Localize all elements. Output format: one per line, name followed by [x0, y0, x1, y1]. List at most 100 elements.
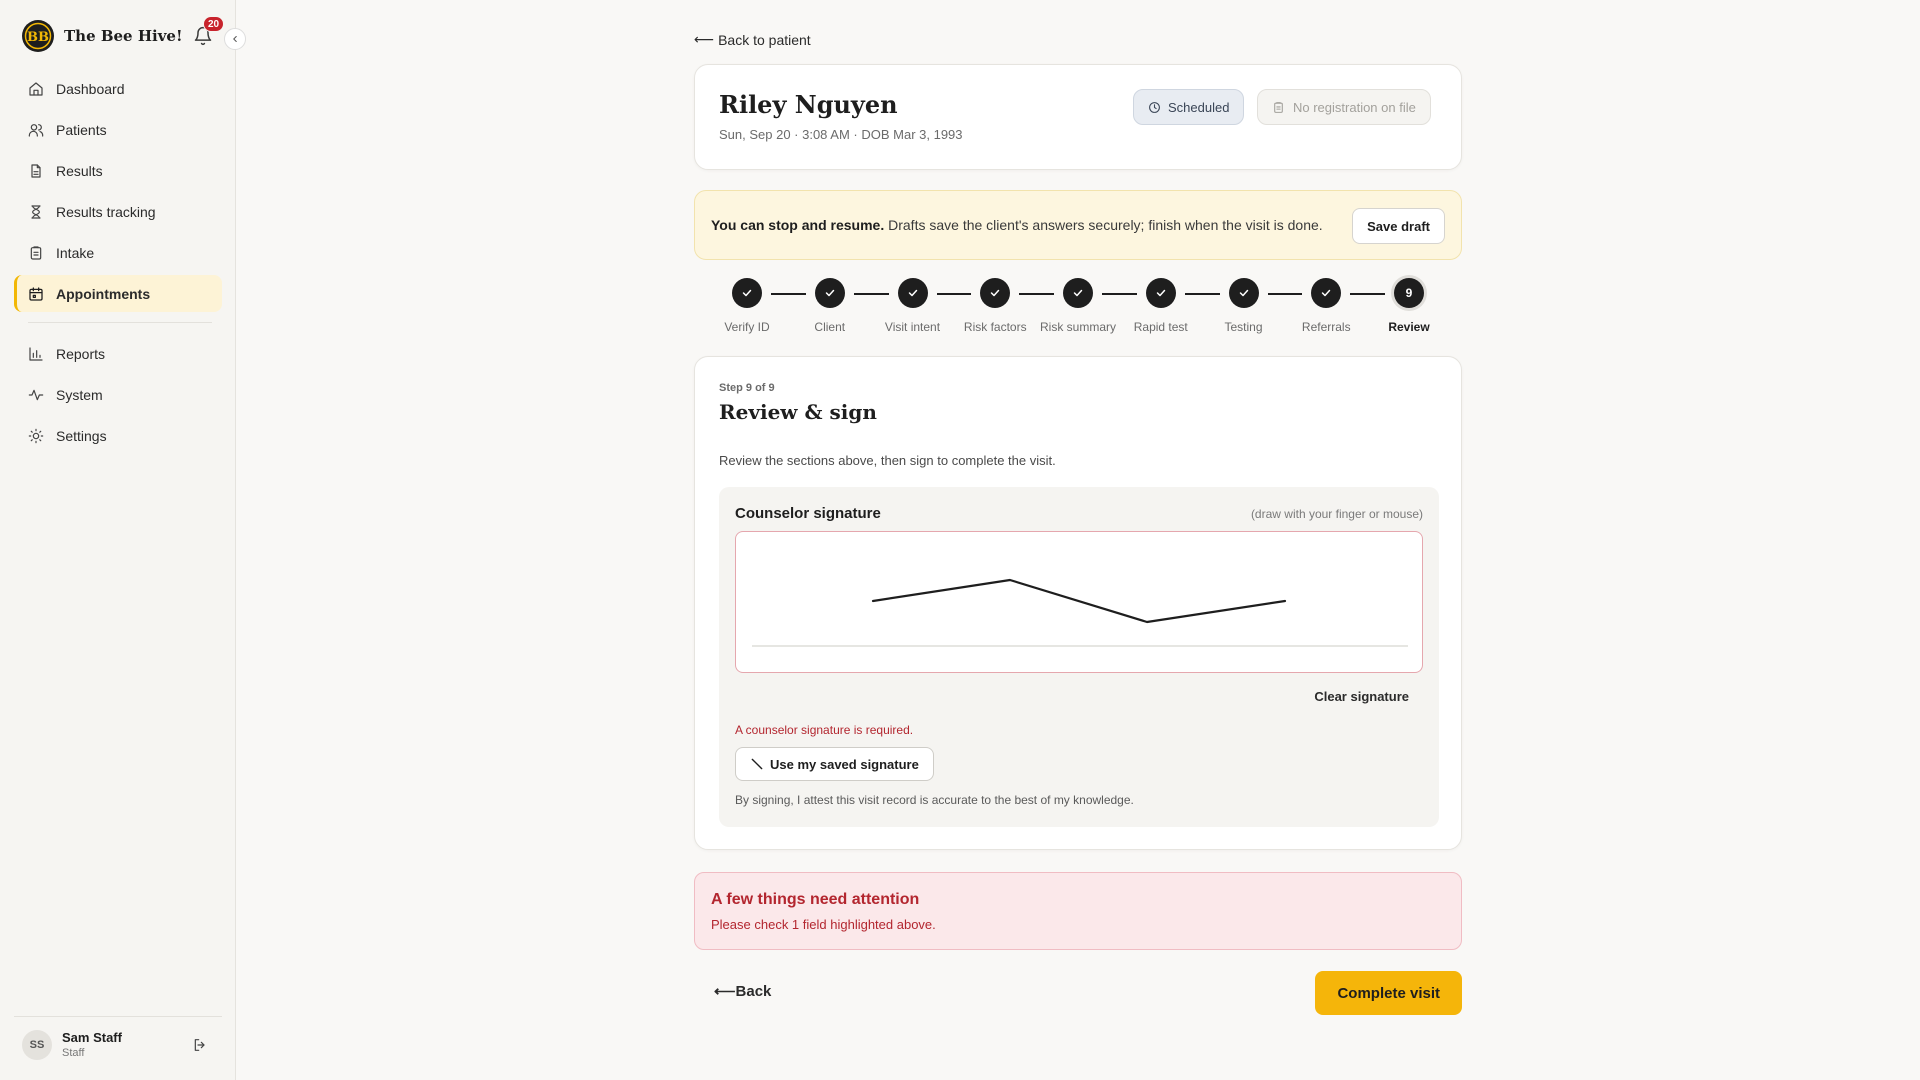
step-visit-intent[interactable]: Visit intent [868, 278, 958, 334]
sidebar-item-settings[interactable]: Settings [14, 417, 222, 454]
draft-notice: You can stop and resume. Drafts save the… [694, 190, 1462, 260]
save-draft-button[interactable]: Save draft [1352, 208, 1445, 244]
sidebar-item-appointments[interactable]: Appointments [14, 275, 222, 312]
patient-name: Riley Nguyen [719, 90, 898, 119]
sidebar-item-label: Dashboard [56, 80, 125, 97]
sidebar: BB The Bee Hive! 20 Dashboard Patients R… [0, 0, 246, 1080]
step-count: Step 9 of 9 [719, 382, 775, 394]
step-risk-summary[interactable]: Risk summary [1033, 278, 1123, 334]
avatar: SS [22, 1029, 52, 1060]
back-button[interactable]: ⟵Back [714, 982, 771, 1000]
step-rapid-test[interactable]: Rapid test [1116, 278, 1206, 334]
validation-alert: A few things need attention Please check… [694, 872, 1462, 950]
back-label: Back [735, 983, 772, 1000]
clear-signature-button[interactable]: Clear signature [1314, 689, 1409, 704]
step-client[interactable]: Client [785, 278, 875, 334]
sidebar-item-label: Appointments [56, 285, 151, 302]
signature-title: Counselor signature [735, 505, 881, 522]
step-label: Referrals [1301, 320, 1351, 334]
check-icon [897, 278, 928, 308]
notice-text: You can stop and resume. Drafts save the… [711, 217, 1323, 233]
check-icon [1063, 278, 1093, 308]
step-label: Testing [1224, 320, 1263, 334]
arrow-left-icon: ⟵ [694, 31, 715, 47]
sidebar-item-patients[interactable]: Patients [14, 111, 222, 148]
user-profile: SS Sam Staff Staff [14, 1016, 222, 1072]
review-sign-card: Step 9 of 9 Review & sign Review the sec… [694, 356, 1462, 850]
sidebar-item-system[interactable]: System [14, 376, 222, 413]
sidebar-item-reports[interactable]: Reports [14, 335, 222, 372]
notification-badge: 20 [203, 16, 225, 32]
step-label: Risk summary [1039, 320, 1116, 334]
clock-icon [1149, 101, 1160, 113]
chevron-left-icon [233, 35, 237, 43]
check-icon [980, 278, 1011, 308]
use-saved-signature-button[interactable]: Use my saved signature [735, 747, 934, 781]
sidebar-item-label: Settings [56, 427, 107, 444]
status-label: Scheduled [1168, 99, 1230, 115]
alert-subtitle: Please check 1 field highlighted above. [711, 917, 936, 932]
sidebar-item-intake[interactable]: Intake [14, 234, 222, 271]
sidebar-item-label: Patients [56, 121, 107, 138]
sidebar-nav: Dashboard Patients Results Results track… [14, 70, 222, 458]
step-label: Rapid test [1133, 320, 1188, 334]
section-title: Review & sign [719, 400, 877, 424]
user-role: Staff [62, 1047, 85, 1059]
logout-icon[interactable] [192, 1037, 208, 1053]
collapse-sidebar-button[interactable] [224, 28, 246, 50]
section-description: Review the sections above, then sign to … [719, 453, 1056, 468]
alert-title: A few things need attention [711, 891, 920, 908]
complete-visit-button[interactable]: Complete visit [1315, 971, 1462, 1015]
attestation-text: By signing, I attest this visit record i… [735, 793, 1134, 807]
sidebar-item-label: Intake [56, 244, 95, 261]
registration-badge: No registration on file [1257, 89, 1431, 125]
step-label: Visit intent [884, 320, 941, 334]
brand[interactable]: BB The Bee Hive! [22, 18, 183, 54]
sidebar-item-results[interactable]: Results [14, 152, 222, 189]
check-icon [1228, 278, 1259, 308]
bee-hive-logo: BB [22, 20, 54, 52]
step-risk-factors[interactable]: Risk factors [950, 278, 1040, 334]
calendar-icon [29, 286, 43, 301]
signature-error: A counselor signature is required. [735, 723, 914, 737]
hourglass-icon [31, 204, 41, 219]
check-icon [1311, 278, 1342, 308]
check-icon [814, 278, 845, 308]
sun-icon [28, 428, 44, 443]
svg-text:BB: BB [27, 30, 49, 45]
check-icon [732, 278, 762, 308]
step-label: Verify ID [724, 320, 770, 334]
sidebar-item-results-tracking[interactable]: Results tracking [14, 193, 222, 230]
step-number: 9 [1394, 278, 1424, 308]
step-referrals[interactable]: Referrals [1281, 278, 1371, 334]
notice-body: Drafts save the client's answers securel… [884, 217, 1323, 233]
bar-chart-icon [29, 346, 43, 361]
step-verify-id[interactable]: Verify ID [702, 278, 792, 334]
step-review[interactable]: 9 Review [1364, 278, 1454, 334]
sidebar-item-label: System [56, 386, 103, 403]
app-name: The Bee Hive! [64, 27, 183, 45]
arrow-left-icon: ⟵ [714, 983, 736, 1000]
clipboard-icon [1274, 101, 1283, 113]
clipboard-icon [30, 245, 42, 260]
step-label: Review [1388, 320, 1430, 334]
patient-meta: Sun, Sep 20 · 3:08 AM · DOB Mar 3, 1993 [719, 127, 963, 142]
notice-bold: You can stop and resume. [711, 217, 885, 233]
signature-panel: Counselor signature (draw with your fing… [719, 487, 1439, 827]
sidebar-item-dashboard[interactable]: Dashboard [14, 70, 222, 107]
signature-pad[interactable] [735, 531, 1423, 673]
step-label: Risk factors [963, 320, 1027, 334]
pen-icon [751, 758, 763, 770]
check-icon [1145, 278, 1176, 308]
step-testing[interactable]: Testing [1199, 278, 1289, 334]
users-icon [28, 123, 44, 137]
back-to-patient-label: Back to patient [718, 31, 811, 48]
nav-divider [28, 322, 212, 323]
sidebar-item-label: Results tracking [56, 203, 156, 220]
file-icon [31, 163, 41, 178]
sidebar-item-label: Results [56, 162, 103, 179]
use-saved-label: Use my saved signature [770, 756, 919, 772]
activity-icon [28, 389, 44, 400]
back-to-patient-link[interactable]: ⟵ Back to patient [694, 31, 811, 48]
patient-header-card: Riley Nguyen Sun, Sep 20 · 3:08 AM · DOB… [694, 64, 1462, 170]
